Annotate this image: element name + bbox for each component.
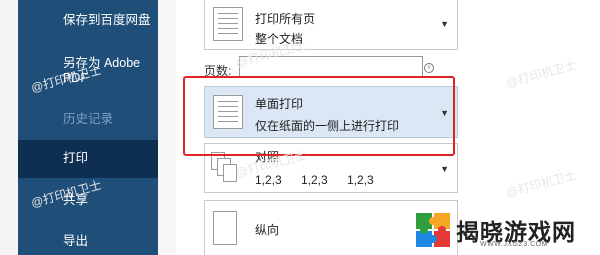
nav-item-save-as-pdf[interactable]: 另存为 Adobe PDF xyxy=(18,56,158,86)
nav-item-label: 打印 xyxy=(63,151,89,165)
chevron-down-icon: ▼ xyxy=(440,164,449,174)
collate-seq-item: 1,2,3 xyxy=(301,173,328,187)
nav-item-label-2: PDF xyxy=(63,71,88,85)
single-side-page-icon xyxy=(213,95,243,129)
print-range-title: 打印所有页 xyxy=(255,12,316,26)
pages-input[interactable] xyxy=(239,56,423,78)
sides-subtitle: 仅在纸面的一侧上进行打印 xyxy=(255,119,400,133)
nav-item-share[interactable]: 共享 xyxy=(18,193,158,208)
sides-dropdown[interactable]: 单面打印 仅在纸面的一侧上进行打印 ▼ xyxy=(204,86,458,138)
chevron-down-icon: ▼ xyxy=(440,19,449,29)
pages-label: 页数: xyxy=(204,64,232,78)
brand-url: WWW.JXGZ3.COM xyxy=(480,241,548,248)
backstage-nav: 保存到百度网盘 另存为 Adobe PDF 历史记录 打印 共享 导出 xyxy=(18,0,158,255)
nav-item-export[interactable]: 导出 xyxy=(18,234,158,249)
chevron-down-icon: ▼ xyxy=(440,108,449,118)
nav-item-label: 历史记录 xyxy=(63,112,114,126)
nav-item-label: 保存到百度网盘 xyxy=(63,13,151,27)
puzzle-logo-icon xyxy=(416,213,450,247)
info-icon[interactable]: i xyxy=(424,63,434,73)
collate-title: 对照 xyxy=(255,150,280,164)
sidebar-strip xyxy=(0,0,18,255)
sides-title: 单面打印 xyxy=(255,97,304,111)
print-range-subtitle: 整个文档 xyxy=(255,32,304,46)
nav-item-print[interactable]: 打印 xyxy=(18,140,158,178)
collate-dropdown[interactable]: 对照 1,2,3 1,2,3 1,2,3 ▼ xyxy=(204,143,458,193)
nav-item-label: 共享 xyxy=(63,193,89,207)
nav-item-label: 导出 xyxy=(63,234,89,248)
nav-item-save-to-baidu[interactable]: 保存到百度网盘 xyxy=(18,13,158,28)
document-icon xyxy=(213,7,243,41)
print-range-dropdown[interactable]: 打印所有页 整个文档 ▼ xyxy=(204,0,458,50)
portrait-page-icon xyxy=(213,211,237,245)
nav-item-label: 另存为 Adobe xyxy=(63,56,141,70)
collate-seq-item: 1,2,3 xyxy=(255,173,282,187)
nav-item-history: 历史记录 xyxy=(18,112,158,127)
orientation-title: 纵向 xyxy=(255,223,280,237)
panel-gap xyxy=(158,0,176,255)
site-brand: 揭晓游戏网 WWW.JXGZ3.COM xyxy=(410,205,600,255)
collate-seq-item: 1,2,3 xyxy=(347,173,374,187)
